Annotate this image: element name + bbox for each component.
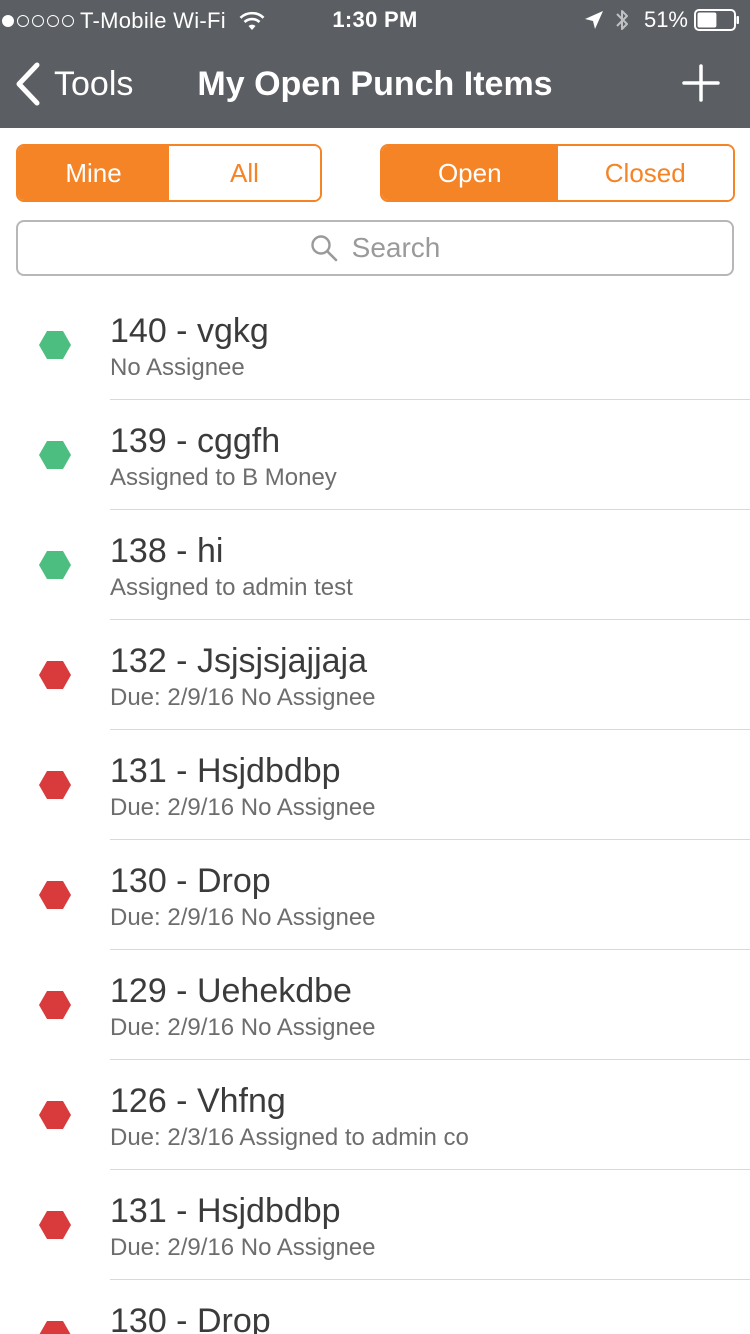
- status-green-hexagon-icon: [39, 331, 71, 359]
- item-subtitle: Assigned to admin test: [110, 574, 353, 601]
- battery-icon: [694, 9, 739, 31]
- page-title: My Open Punch Items: [197, 65, 553, 103]
- plus-icon[interactable]: [682, 64, 720, 102]
- filter-all-button[interactable]: All: [169, 146, 320, 200]
- filter-closed-button[interactable]: Closed: [557, 146, 733, 200]
- status-green-hexagon-icon: [39, 551, 71, 579]
- bluetooth-icon: [616, 10, 628, 30]
- item-subtitle: Due: 2/9/16 No Assignee: [110, 1234, 376, 1261]
- location-arrow-icon: [584, 11, 603, 29]
- item-subtitle: Due: 2/9/16 No Assignee: [110, 794, 376, 821]
- item-title: 129 - Uehekdbe: [110, 972, 352, 1010]
- item-title: 138 - hi: [110, 532, 224, 570]
- status-red-hexagon-icon: [39, 771, 71, 799]
- state-filter-segmented-control: Open Closed: [380, 144, 735, 202]
- item-title: 131 - Hsjdbdbp: [110, 1192, 341, 1230]
- list-item[interactable]: 139 - cggfh Assigned to B Money: [0, 400, 750, 510]
- item-title: 132 - Jsjsjsjajjaja: [110, 642, 367, 680]
- status-red-hexagon-icon: [39, 881, 71, 909]
- item-title: 130 - Drop: [110, 862, 271, 900]
- list-item[interactable]: 138 - hi Assigned to admin test: [0, 510, 750, 620]
- search-placeholder: Search: [351, 232, 441, 263]
- item-title: 131 - Hsjdbdbp: [110, 752, 341, 790]
- item-title: 130 - Drop: [110, 1302, 271, 1334]
- status-red-hexagon-icon: [39, 991, 71, 1019]
- status-red-hexagon-icon: [39, 1101, 71, 1129]
- item-subtitle: Due: 2/9/16 No Assignee: [110, 904, 376, 931]
- owner-filter-segmented-control: Mine All: [16, 144, 322, 202]
- list-item[interactable]: 140 - vgkg No Assignee: [0, 290, 750, 400]
- list-item[interactable]: 132 - Jsjsjsjajjaja Due: 2/9/16 No Assign…: [0, 620, 750, 730]
- status-bar: T-Mobile Wi-Fi 1:30 PM 51%: [0, 0, 750, 40]
- list-item[interactable]: 131 - Hsjdbdbp Due: 2/9/16 No Assignee: [0, 1170, 750, 1280]
- list-item[interactable]: 126 - Vhfng Due: 2/3/16 Assigned to admin…: [0, 1060, 750, 1170]
- status-green-hexagon-icon: [39, 441, 71, 469]
- item-subtitle: Assigned to B Money: [110, 464, 337, 491]
- navigation-bar: Tools My Open Punch Items: [0, 40, 750, 128]
- status-right: 51%: [584, 6, 740, 34]
- list-item[interactable]: 130 - Drop Due: 2/9/16 No Assignee: [0, 840, 750, 950]
- item-subtitle: Due: 2/9/16 No Assignee: [110, 684, 376, 711]
- item-subtitle: Due: 2/3/16 Assigned to admin co: [110, 1124, 469, 1151]
- app-header: T-Mobile Wi-Fi 1:30 PM 51% Tools My Open…: [0, 0, 750, 128]
- filter-mine-button[interactable]: Mine: [18, 146, 169, 200]
- list-item[interactable]: 129 - Uehekdbe Due: 2/9/16 No Assignee: [0, 950, 750, 1060]
- item-title: 126 - Vhfng: [110, 1082, 286, 1120]
- list-item[interactable]: 130 - Drop: [0, 1280, 750, 1334]
- search-icon: [310, 235, 337, 262]
- item-subtitle: Due: 2/9/16 No Assignee: [110, 1014, 376, 1041]
- filter-open-button[interactable]: Open: [382, 146, 558, 200]
- item-title: 140 - vgkg: [110, 312, 269, 350]
- list-item[interactable]: 131 - Hsjdbdbp Due: 2/9/16 No Assignee: [0, 730, 750, 840]
- status-red-hexagon-icon: [39, 1321, 71, 1334]
- search-input[interactable]: Search: [16, 220, 734, 276]
- item-title: 139 - cggfh: [110, 422, 281, 460]
- status-red-hexagon-icon: [39, 1211, 71, 1239]
- status-red-hexagon-icon: [39, 661, 71, 689]
- item-subtitle: No Assignee: [110, 354, 245, 381]
- battery-percent: 51%: [643, 7, 688, 32]
